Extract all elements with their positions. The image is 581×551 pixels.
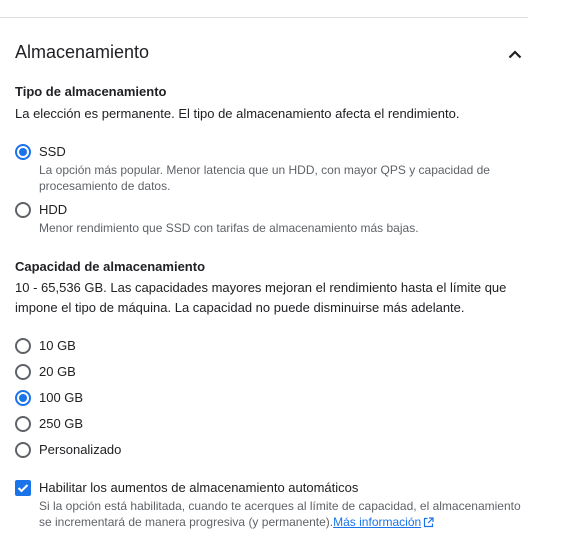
radio-option-10gb[interactable]: 10 GB	[15, 337, 76, 355]
radio-label: 100 GB	[39, 390, 84, 405]
radio-button[interactable]	[15, 416, 31, 432]
radio-option-hdd[interactable]: HDD	[15, 201, 67, 219]
radio-label: 250 GB	[39, 416, 84, 431]
auto-increase-description-text: Si la opción está habilitada, cuando te …	[39, 499, 521, 529]
radio-option-ssd[interactable]: SSD	[15, 143, 66, 161]
storage-type-heading: Tipo de almacenamiento	[15, 84, 167, 99]
radio-option-250gb[interactable]: 250 GB	[15, 415, 83, 433]
radio-label: Personalizado	[39, 442, 122, 457]
radio-option-100gb[interactable]: 100 GB	[15, 389, 83, 407]
radio-button[interactable]	[15, 364, 31, 380]
radio-label: HDD	[39, 202, 68, 217]
open-in-new-icon	[424, 517, 434, 528]
radio-label: 20 GB	[39, 364, 76, 379]
top-divider	[0, 17, 528, 18]
auto-increase-checkbox-row[interactable]: Habilitar los aumentos de almacenamiento…	[15, 479, 358, 497]
radio-option-20gb[interactable]: 20 GB	[15, 363, 76, 381]
radio-button[interactable]	[15, 202, 31, 218]
learn-more-link-text: Más información	[333, 515, 422, 529]
capacity-description: 10 - 65,536 GB. Las capacidades mayores …	[15, 280, 507, 315]
option-description: La opción más popular. Menor latencia qu…	[39, 163, 490, 193]
radio-option-custom[interactable]: Personalizado	[15, 441, 121, 459]
collapse-section-button[interactable]	[503, 44, 527, 64]
radio-label: 10 GB	[39, 338, 76, 353]
option-description: Menor rendimiento que SSD con tarifas de…	[39, 221, 419, 235]
checkbox-label: Habilitar los aumentos de almacenamiento…	[39, 480, 359, 495]
chevron-up-icon	[508, 49, 522, 58]
auto-increase-description: Si la opción está habilitada, cuando te …	[39, 498, 529, 530]
auto-increase-checkbox[interactable]	[15, 480, 31, 496]
capacity-heading: Capacidad de almacenamiento	[15, 259, 206, 274]
storage-type-description: La elección es permanente. El tipo de al…	[15, 106, 460, 121]
radio-button[interactable]	[15, 442, 31, 458]
section-title: Almacenamiento	[15, 42, 150, 62]
radio-button[interactable]	[15, 144, 31, 160]
radio-button[interactable]	[15, 338, 31, 354]
radio-label: SSD	[39, 144, 66, 159]
radio-button[interactable]	[15, 390, 31, 406]
checkmark-icon	[17, 484, 29, 493]
learn-more-link[interactable]: Más información	[333, 515, 421, 529]
